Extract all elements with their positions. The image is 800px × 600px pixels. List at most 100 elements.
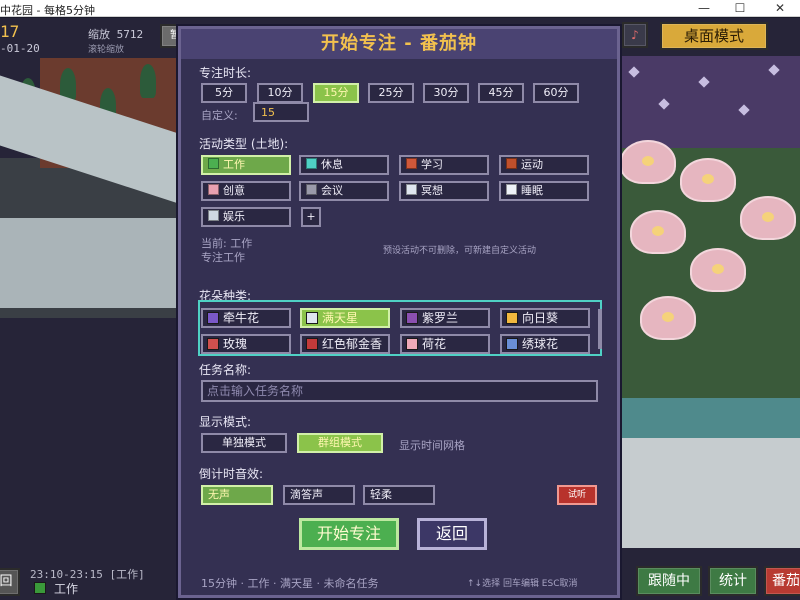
time-range: 23:10-23:15 [工作] — [30, 568, 145, 581]
flower-name: 向日葵 — [522, 311, 559, 325]
flower-sunflower[interactable]: 向日葵 — [500, 308, 590, 328]
activity-sleep[interactable]: 睡眠 — [499, 181, 589, 201]
zoom-label: 缩放 5712 — [88, 28, 144, 41]
flower-name: 玫瑰 — [223, 337, 248, 351]
display-single-button[interactable]: 单独模式 — [201, 433, 287, 453]
flower-scrollbar[interactable] — [598, 309, 602, 349]
flower-babys-breath[interactable]: 满天星 — [300, 308, 390, 328]
window-titlebar: 中花园 - 每格5分钟 — ☐ ✕ — [0, 0, 800, 17]
duration-5[interactable]: 5分 — [201, 83, 247, 103]
flower-hydrangea[interactable]: 绣球花 — [500, 334, 590, 354]
activity-label-text: 睡眠 — [521, 184, 543, 197]
duration-45[interactable]: 45分 — [478, 83, 524, 103]
stone-path — [600, 438, 800, 548]
summary-text: 15分钟 · 工作 · 满天星 · 未命名任务 — [201, 577, 379, 590]
flower-name: 紫罗兰 — [422, 311, 459, 325]
activity-work[interactable]: 工作 — [201, 155, 291, 175]
tomato-button[interactable]: 番茄 — [764, 566, 800, 596]
duration-30[interactable]: 30分 — [423, 83, 469, 103]
day-counter: 17 — [0, 22, 20, 41]
flower-name: 红色郁金香 — [322, 337, 383, 351]
sound-test-button[interactable]: 试听 — [557, 485, 597, 505]
flower-violet[interactable]: 紫罗兰 — [400, 308, 490, 328]
activity-creative[interactable]: 创意 — [201, 181, 291, 201]
study-icon — [406, 158, 417, 169]
flower-name: 牵牛花 — [223, 311, 260, 325]
back-button[interactable]: 返回 — [417, 518, 487, 550]
current-task: 工作 — [54, 582, 79, 596]
lotus-sprite — [690, 248, 746, 292]
entertainment-icon — [208, 210, 219, 221]
minimize-button[interactable]: — — [690, 0, 718, 17]
flower-lotus[interactable]: 荷花 — [400, 334, 490, 354]
activity-sport[interactable]: 运动 — [499, 155, 589, 175]
sound-label: 倒计时音效: — [199, 467, 264, 481]
focus-dialog: 开始专注 - 番茄钟 专注时长: 5分 10分 15分 25分 30分 45分 … — [178, 26, 620, 598]
maximize-button[interactable]: ☐ — [726, 0, 754, 17]
red-tulip-icon — [306, 338, 318, 350]
rose-icon — [207, 338, 219, 350]
sport-icon — [506, 158, 517, 169]
flower-rose[interactable]: 玫瑰 — [201, 334, 291, 354]
duration-25[interactable]: 25分 — [368, 83, 414, 103]
activity-meeting[interactable]: 会议 — [299, 181, 389, 201]
preset-note: 预设活动不可删除，可新建自定义活动 — [383, 246, 537, 256]
stats-button[interactable]: 统计 — [708, 566, 758, 596]
flower-red-tulip[interactable]: 红色郁金香 — [300, 334, 390, 354]
flower-name: 绣球花 — [522, 337, 559, 351]
activity-label-text: 工作 — [223, 158, 245, 171]
activity-label-text: 娱乐 — [223, 210, 245, 223]
window-title: 中花园 - 每格5分钟 — [0, 4, 95, 17]
task-name-input[interactable] — [201, 380, 598, 402]
back-mini-button[interactable]: 回 — [0, 568, 20, 596]
close-button[interactable]: ✕ — [766, 0, 794, 17]
meditate-icon — [406, 184, 417, 195]
flower-morning-glory[interactable]: 牵牛花 — [201, 308, 291, 328]
zoom-hint: 滚轮缩放 — [88, 45, 125, 55]
violet-icon — [406, 312, 418, 324]
duration-15[interactable]: 15分 — [313, 83, 359, 103]
activity-label-text: 冥想 — [421, 184, 443, 197]
plant-sprite — [140, 64, 156, 98]
music-icon[interactable]: ♪ — [622, 22, 648, 48]
lotus-sprite — [620, 140, 676, 184]
activity-label-text: 创意 — [223, 184, 245, 197]
activity-label-text: 休息 — [321, 158, 343, 171]
babys-breath-icon — [306, 312, 318, 324]
rest-icon — [306, 158, 317, 169]
desktop-mode-button[interactable]: 桌面模式 — [660, 22, 768, 50]
sunflower-icon — [506, 312, 518, 324]
work-icon — [208, 158, 219, 169]
follow-button[interactable]: 跟随中 — [636, 566, 702, 596]
custom-duration-input[interactable] — [253, 102, 309, 122]
task-name-label: 任务名称: — [199, 363, 252, 377]
activity-label-text: 会议 — [321, 184, 343, 197]
activity-rest[interactable]: 休息 — [299, 155, 389, 175]
sleep-icon — [506, 184, 517, 195]
date-label: -01-20 — [0, 42, 40, 55]
creative-icon — [208, 184, 219, 195]
duration-10[interactable]: 10分 — [257, 83, 303, 103]
sound-none-button[interactable]: 无声 — [201, 485, 273, 505]
custom-duration-label: 自定义: — [201, 109, 238, 122]
task-checkbox[interactable] — [34, 582, 46, 594]
activity-meditate[interactable]: 冥想 — [399, 181, 489, 201]
duration-label: 专注时长: — [199, 66, 252, 80]
activity-label: 活动类型 (土地): — [199, 137, 289, 151]
activity-study[interactable]: 学习 — [399, 155, 489, 175]
sound-soft-button[interactable]: 轻柔 — [363, 485, 435, 505]
current-activity-desc: 专注工作 — [201, 251, 245, 264]
add-activity-button[interactable]: + — [301, 207, 321, 227]
activity-entertainment[interactable]: 娱乐 — [201, 207, 291, 227]
start-focus-button[interactable]: 开始专注 — [299, 518, 399, 550]
meeting-icon — [306, 184, 317, 195]
grid-hint: 显示时间网格 — [399, 439, 465, 452]
sound-tick-button[interactable]: 滴答声 — [283, 485, 355, 505]
lotus-sprite — [640, 296, 696, 340]
lotus-icon — [406, 338, 418, 350]
display-group-button[interactable]: 群组模式 — [297, 433, 383, 453]
dialog-title: 开始专注 - 番茄钟 — [181, 29, 617, 59]
duration-60[interactable]: 60分 — [533, 83, 579, 103]
activity-label-text: 学习 — [421, 158, 443, 171]
hydrangea-icon — [506, 338, 518, 350]
